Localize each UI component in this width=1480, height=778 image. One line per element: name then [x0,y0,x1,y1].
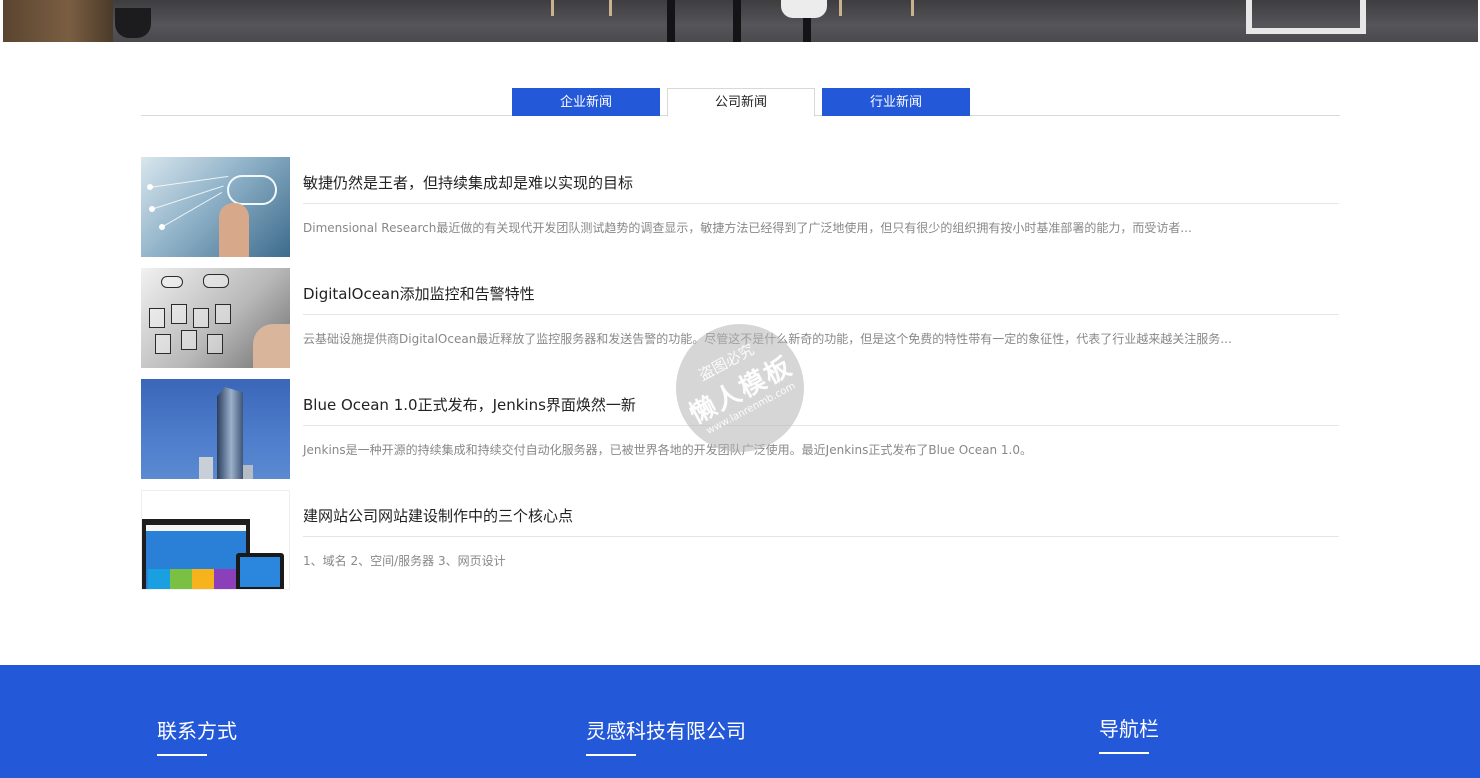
cloud-icon [227,175,277,205]
footer: 联系方式 灵感科技有限公司 导航栏 [0,665,1480,778]
news-title[interactable]: DigitalOcean添加监控和告警特性 [303,283,535,304]
footer-contact-heading: 联系方式 [157,719,237,743]
banner-image [3,0,1478,42]
news-divider [303,203,1339,204]
banner-white-frame [1246,0,1366,34]
footer-nav-section: 导航栏 [1099,713,1159,754]
news-divider [303,536,1339,537]
news-item[interactable]: 建网站公司网站建设制作中的三个核心点 1、域名 2、空间/服务器 3、网页设计 [141,490,1340,590]
news-title[interactable]: 建网站公司网站建设制作中的三个核心点 [303,505,573,526]
banner-table-leg [667,0,675,42]
banner-chair-leg [609,0,612,16]
banner-table-leg [733,0,741,42]
news-thumbnail-website[interactable] [141,490,290,590]
footer-heading-underline [157,754,207,756]
hand-image [253,324,290,368]
tab-enterprise-news[interactable]: 企业新闻 [512,88,660,116]
banner-chair-leg [911,0,914,16]
footer-heading-underline [586,754,636,756]
news-title[interactable]: Blue Ocean 1.0正式发布，Jenkins界面焕然一新 [303,394,636,415]
news-description: Jenkins是一种开源的持续集成和持续交付自动化服务器，已被世界各地的开发团队… [303,443,1032,457]
skyscraper-image [217,387,243,479]
news-description: 1、域名 2、空间/服务器 3、网页设计 [303,554,506,568]
news-thumbnail-cloud[interactable] [141,157,290,257]
news-divider [303,425,1339,426]
footer-company-heading: 灵感科技有限公司 [586,719,746,743]
footer-contact-section: 联系方式 [157,715,237,756]
hand-image [219,203,249,257]
banner-wood-panel [3,0,113,42]
footer-company-section: 灵感科技有限公司 [586,715,746,756]
news-item[interactable]: 敏捷仍然是王者，但持续集成却是难以实现的目标 Dimensional Resea… [141,157,1340,257]
banner-chair-leg [839,0,842,16]
news-thumbnail-skyscraper[interactable] [141,379,290,479]
footer-heading-underline [1099,752,1149,754]
footer-nav-heading: 导航栏 [1099,717,1159,741]
news-divider [303,314,1339,315]
tab-industry-news[interactable]: 行业新闻 [822,88,970,116]
news-thumbnail-network[interactable] [141,268,290,368]
banner-shoe [115,8,151,38]
banner-sneaker [781,0,827,18]
news-description: Dimensional Research最近做的有关现代开发团队测试趋势的调查显… [303,221,1192,235]
banner-chair-leg [551,0,554,16]
news-title[interactable]: 敏捷仍然是王者，但持续集成却是难以实现的目标 [303,172,633,193]
tab-company-news[interactable]: 公司新闻 [667,88,815,117]
